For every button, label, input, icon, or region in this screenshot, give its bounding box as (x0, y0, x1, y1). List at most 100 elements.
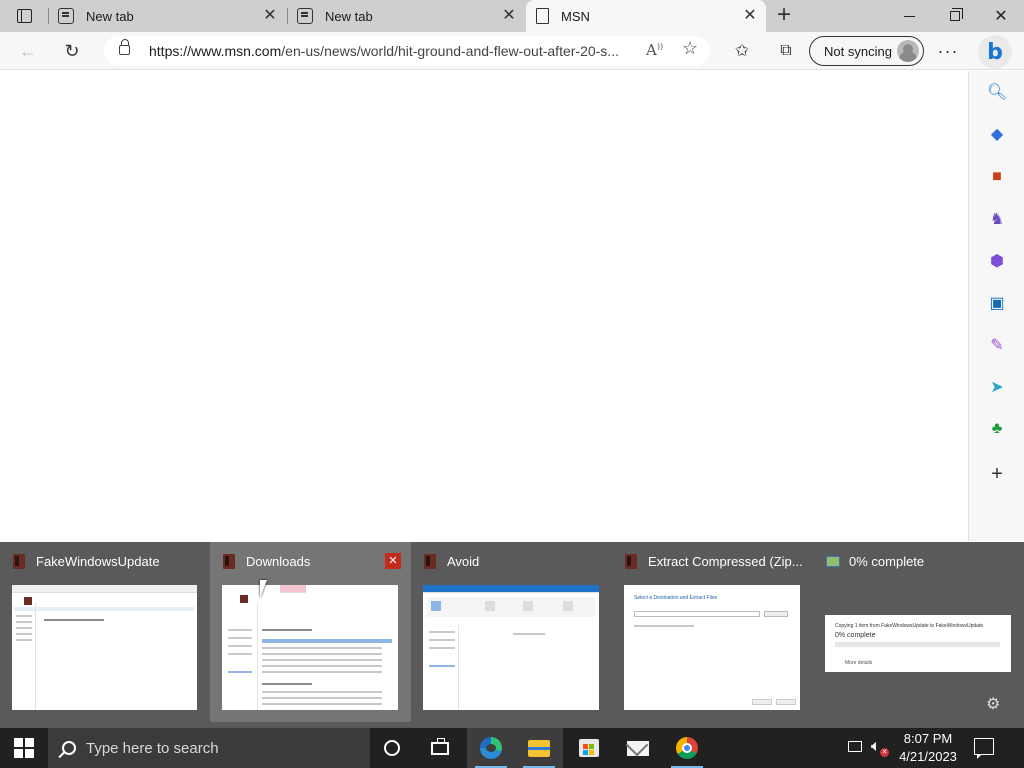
browse-button (764, 611, 788, 617)
microsoft-365-icon[interactable]: ⬢ (987, 251, 1007, 271)
network-icon[interactable] (848, 741, 862, 752)
thumbnail-downloads[interactable]: Downloads ✕ (210, 542, 411, 722)
new-tab-page-icon (297, 8, 313, 24)
tab-msn[interactable]: MSN ✕ (526, 0, 766, 32)
close-tab-icon[interactable]: ✕ (501, 8, 517, 24)
back-button[interactable]: ← (14, 37, 42, 65)
taskbar-store[interactable] (565, 728, 613, 768)
app-icon (625, 554, 637, 569)
window-preview[interactable] (12, 585, 197, 710)
taskbar-edge[interactable] (467, 728, 515, 768)
tab-actions-icon (16, 9, 32, 23)
copy-progress-preview[interactable]: Copying 1 item from FakeWindowsUpdate to… (825, 615, 1011, 672)
progress-percent-text: 0% complete (835, 632, 876, 639)
close-thumbnail-button[interactable]: ✕ (385, 553, 401, 569)
app-icon (223, 554, 235, 569)
more-icon: ··· (937, 40, 959, 61)
new-tab-page-icon (58, 8, 74, 24)
taskbar-file-explorer[interactable] (515, 728, 563, 768)
close-icon: ✕ (994, 8, 1008, 25)
system-clock[interactable]: 8:07 PM 4/21/2023 (893, 730, 963, 766)
avatar (897, 40, 919, 62)
back-arrow-icon: ← (19, 40, 37, 61)
more-details-text: More details (845, 660, 873, 666)
page-icon (536, 8, 549, 24)
tools-briefcase-icon[interactable]: ■ (987, 167, 1007, 187)
tree-icon[interactable]: ♣ (987, 419, 1007, 439)
progress-bar (835, 642, 1000, 647)
new-tab-button[interactable]: + (772, 3, 796, 28)
settings-more-button[interactable]: ··· (934, 37, 962, 65)
favorites-button[interactable]: ✩ (728, 37, 756, 65)
windows-logo-icon (14, 738, 34, 758)
drop-icon[interactable]: ✎ (987, 335, 1007, 355)
tab-new-tab-1[interactable]: New tab ✕ (48, 0, 286, 32)
window-preview[interactable] (423, 585, 599, 710)
collections-button[interactable]: ⧉ (772, 37, 800, 65)
page-content[interactable] (0, 71, 968, 541)
close-window-button[interactable]: ✕ (978, 0, 1024, 32)
browser-toolbar: ← ↻ https://www.msn.com/en-us/news/world… (0, 32, 1024, 70)
thumbnail-title: Extract Compressed (Zip... (648, 554, 803, 569)
thumbnail-title: 0% complete (849, 554, 925, 569)
tab-title: New tab (86, 8, 134, 24)
taskbar-chrome[interactable] (663, 728, 711, 768)
cortana-icon (384, 740, 400, 756)
app-icon (424, 554, 436, 569)
task-view-button[interactable] (416, 728, 464, 768)
mail-icon (627, 740, 649, 756)
send-icon[interactable]: ➤ (987, 377, 1007, 397)
taskbar: Type here to search 🔈︎ ✕ 8:07 PM 4/21/20… (0, 728, 1024, 768)
taskbar-search-box[interactable]: Type here to search (48, 728, 370, 768)
taskbar-mail[interactable] (614, 728, 662, 768)
add-favorite-icon[interactable]: ☆ (682, 38, 698, 59)
window-preview[interactable] (222, 585, 398, 710)
search-icon (62, 741, 76, 755)
add-icon[interactable]: + (987, 463, 1007, 485)
search-placeholder: Type here to search (86, 739, 219, 757)
address-bar[interactable]: https://www.msn.com/en-us/news/world/hit… (104, 36, 710, 66)
tab-new-tab-2[interactable]: New tab ✕ (287, 0, 525, 32)
gear-icon[interactable]: ⚙ (986, 694, 1000, 714)
restore-icon (950, 8, 963, 21)
store-icon (579, 739, 599, 757)
profile-status-label: Not syncing (824, 43, 892, 59)
thumbnail-fakewindowsupdate[interactable]: FakeWindowsUpdate (0, 542, 201, 722)
url-text[interactable]: https://www.msn.com/en-us/news/world/hit… (149, 43, 639, 59)
clock-date: 4/21/2023 (899, 749, 957, 764)
progress-detail-text: Copying 1 item from FakeWindowsUpdate to… (835, 623, 984, 629)
profile-button[interactable]: Not syncing (809, 36, 924, 66)
task-view-icon (431, 737, 449, 755)
window-preview[interactable]: Select a Destination and Extract Files (624, 585, 800, 710)
edge-icon (480, 737, 502, 759)
thumbnail-avoid[interactable]: Avoid (411, 542, 612, 722)
close-tab-icon[interactable]: ✕ (742, 8, 758, 24)
start-button[interactable] (0, 728, 48, 768)
extract-dialog-heading: Select a Destination and Extract Files (634, 595, 718, 601)
extract-destination-field (634, 611, 760, 617)
read-aloud-icon[interactable]: A)) (646, 41, 663, 59)
bing-chat-button[interactable]: b (978, 35, 1012, 69)
bing-icon: b (987, 39, 1003, 65)
minimize-button[interactable] (886, 0, 932, 32)
refresh-button[interactable]: ↻ (58, 37, 86, 65)
chrome-icon (676, 737, 698, 759)
mouse-cursor-icon (260, 580, 274, 598)
collections-icon: ⧉ (780, 42, 792, 59)
games-chess-icon[interactable]: ♞ (987, 209, 1007, 229)
taskbar-thumbnail-flyout: FakeWindowsUpdate Downloads ✕ Avoid Extr… (0, 542, 1024, 728)
restore-button[interactable] (932, 0, 978, 32)
cortana-button[interactable] (368, 728, 416, 768)
thumbnail-extract-compressed[interactable]: Extract Compressed (Zip... Select a Dest… (612, 542, 813, 722)
tab-actions-menu-button[interactable] (8, 4, 40, 28)
shopping-tag-icon[interactable]: ◆ (987, 124, 1007, 144)
close-tab-icon[interactable]: ✕ (262, 8, 278, 24)
thumbnail-title: FakeWindowsUpdate (36, 554, 160, 569)
thumbnail-title: Downloads (246, 554, 311, 569)
search-icon[interactable]: 🔍︎ (987, 82, 1007, 102)
outlook-icon[interactable]: ▣ (987, 293, 1007, 313)
edge-sidebar: 🔍︎ ◆ ■ ♞ ⬢ ▣ ✎ ➤ ♣ + (968, 71, 1024, 541)
lock-icon[interactable] (119, 39, 130, 55)
notification-center-icon[interactable] (974, 738, 994, 759)
minimize-icon (903, 15, 915, 17)
